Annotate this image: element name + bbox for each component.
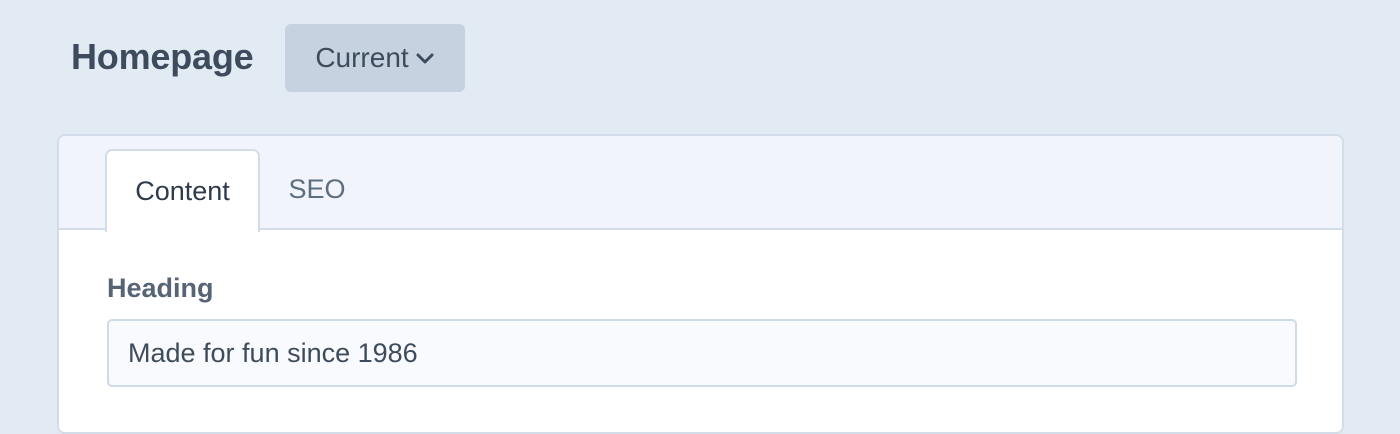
- editor-card: Content SEO Heading: [57, 134, 1344, 434]
- chevron-down-icon: [415, 49, 435, 69]
- tab-seo[interactable]: SEO: [277, 149, 357, 230]
- page-header: Homepage Current: [0, 0, 1400, 120]
- heading-field-label: Heading: [107, 273, 214, 303]
- version-dropdown[interactable]: Current: [285, 24, 465, 92]
- version-dropdown-label: Current: [315, 42, 409, 73]
- page-title: Homepage: [71, 36, 254, 77]
- tab-content[interactable]: Content: [105, 149, 260, 232]
- heading-input[interactable]: [107, 319, 1297, 387]
- tab-bar: Content SEO: [59, 136, 1342, 232]
